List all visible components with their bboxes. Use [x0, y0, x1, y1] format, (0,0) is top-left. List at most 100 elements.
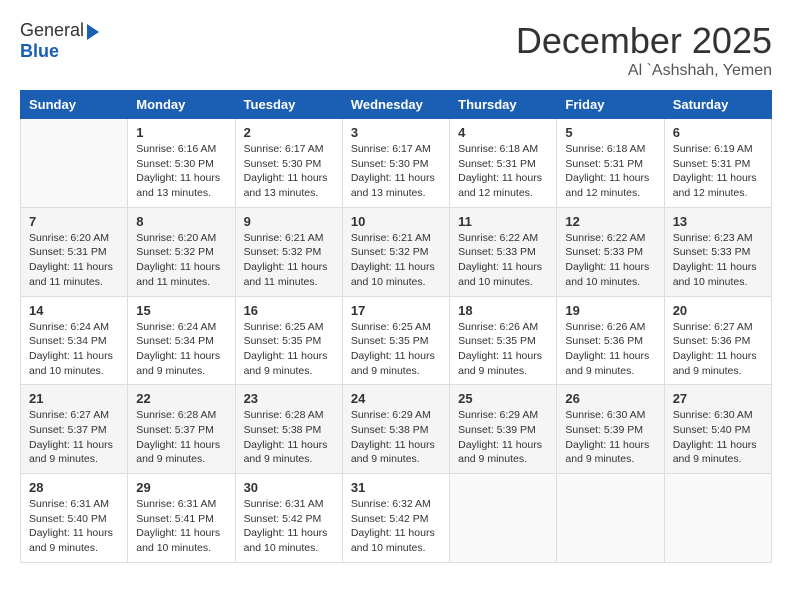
calendar-cell: 21Sunrise: 6:27 AM Sunset: 5:37 PM Dayli… [21, 385, 128, 474]
calendar-header-row: SundayMondayTuesdayWednesdayThursdayFrid… [21, 91, 772, 119]
day-number: 21 [29, 391, 119, 406]
calendar-cell: 7Sunrise: 6:20 AM Sunset: 5:31 PM Daylig… [21, 207, 128, 296]
calendar-cell: 2 Sunrise: 6:17 AM Sunset: 5:30 PM Daylig… [235, 119, 342, 208]
calendar-cell: 10 Sunrise: 6:21 AM Sunset: 5:32 PM Dayli… [342, 207, 449, 296]
cell-content: Sunrise: 6:22 AM Sunset: 5:33 PM Dayligh… [458, 231, 548, 290]
cell-content: Sunrise: 6:30 AM Sunset: 5:40 PM Dayligh… [673, 408, 763, 467]
day-number: 26 [565, 391, 655, 406]
calendar-cell: 11 Sunrise: 6:22 AM Sunset: 5:33 PM Dayli… [450, 207, 557, 296]
calendar-header-thursday: Thursday [450, 91, 557, 119]
calendar-cell: 18 Sunrise: 6:26 AM Sunset: 5:35 PM Dayli… [450, 296, 557, 385]
cell-content: Sunrise: 6:30 AM Sunset: 5:39 PM Dayligh… [565, 408, 655, 467]
calendar-cell [557, 474, 664, 563]
cell-content: Sunrise: 6:26 AM Sunset: 5:36 PM Dayligh… [565, 320, 655, 379]
cell-content: Sunrise: 6:28 AM Sunset: 5:37 PM Dayligh… [136, 408, 226, 467]
calendar-header-wednesday: Wednesday [342, 91, 449, 119]
calendar-week-row: 21Sunrise: 6:27 AM Sunset: 5:37 PM Dayli… [21, 385, 772, 474]
calendar-cell: 16 Sunrise: 6:25 AM Sunset: 5:35 PM Dayli… [235, 296, 342, 385]
cell-content: Sunrise: 6:24 AM Sunset: 5:34 PM Dayligh… [136, 320, 226, 379]
day-number: 31 [351, 480, 441, 495]
cell-content: Sunrise: 6:17 AM Sunset: 5:30 PM Dayligh… [244, 142, 334, 201]
day-number: 19 [565, 303, 655, 318]
cell-content: Sunrise: 6:31 AM Sunset: 5:40 PM Dayligh… [29, 497, 119, 556]
cell-content: Sunrise: 6:20 AM Sunset: 5:32 PM Dayligh… [136, 231, 226, 290]
page-header: General Blue December 2025 Al `Ashshah, … [20, 20, 772, 80]
day-number: 27 [673, 391, 763, 406]
cell-content: Sunrise: 6:21 AM Sunset: 5:32 PM Dayligh… [351, 231, 441, 290]
logo-general-text: General [20, 20, 84, 40]
cell-content: Sunrise: 6:22 AM Sunset: 5:33 PM Dayligh… [565, 231, 655, 290]
calendar-cell: 19 Sunrise: 6:26 AM Sunset: 5:36 PM Dayli… [557, 296, 664, 385]
day-number: 14 [29, 303, 119, 318]
day-number: 28 [29, 480, 119, 495]
logo: General Blue [20, 20, 99, 62]
logo-line2: Blue [20, 41, 59, 62]
day-number: 25 [458, 391, 548, 406]
day-number: 22 [136, 391, 226, 406]
cell-content: Sunrise: 6:28 AM Sunset: 5:38 PM Dayligh… [244, 408, 334, 467]
day-number: 29 [136, 480, 226, 495]
cell-content: Sunrise: 6:31 AM Sunset: 5:42 PM Dayligh… [244, 497, 334, 556]
day-number: 2 [244, 125, 334, 140]
cell-content: Sunrise: 6:24 AM Sunset: 5:34 PM Dayligh… [29, 320, 119, 379]
day-number: 5 [565, 125, 655, 140]
calendar-cell: 17 Sunrise: 6:25 AM Sunset: 5:35 PM Dayli… [342, 296, 449, 385]
calendar-cell: 14 Sunrise: 6:24 AM Sunset: 5:34 PM Dayli… [21, 296, 128, 385]
calendar-cell: 28 Sunrise: 6:31 AM Sunset: 5:40 PM Dayli… [21, 474, 128, 563]
day-number: 30 [244, 480, 334, 495]
calendar-cell: 12 Sunrise: 6:22 AM Sunset: 5:33 PM Dayli… [557, 207, 664, 296]
calendar-cell [664, 474, 771, 563]
calendar-header-friday: Friday [557, 91, 664, 119]
calendar-table: SundayMondayTuesdayWednesdayThursdayFrid… [20, 90, 772, 563]
cell-content: Sunrise: 6:31 AM Sunset: 5:41 PM Dayligh… [136, 497, 226, 556]
logo-line1: General [20, 20, 99, 41]
cell-content: Sunrise: 6:25 AM Sunset: 5:35 PM Dayligh… [244, 320, 334, 379]
calendar-week-row: 14 Sunrise: 6:24 AM Sunset: 5:34 PM Dayli… [21, 296, 772, 385]
day-number: 12 [565, 214, 655, 229]
cell-content: Sunrise: 6:21 AM Sunset: 5:32 PM Dayligh… [244, 231, 334, 290]
calendar-cell: 13 Sunrise: 6:23 AM Sunset: 5:33 PM Dayli… [664, 207, 771, 296]
calendar-cell: 30 Sunrise: 6:31 AM Sunset: 5:42 PM Dayli… [235, 474, 342, 563]
day-number: 17 [351, 303, 441, 318]
cell-content: Sunrise: 6:18 AM Sunset: 5:31 PM Dayligh… [458, 142, 548, 201]
calendar-cell [21, 119, 128, 208]
calendar-cell: 24 Sunrise: 6:29 AM Sunset: 5:38 PM Dayli… [342, 385, 449, 474]
cell-content: Sunrise: 6:25 AM Sunset: 5:35 PM Dayligh… [351, 320, 441, 379]
day-number: 10 [351, 214, 441, 229]
calendar-cell: 3 Sunrise: 6:17 AM Sunset: 5:30 PM Daylig… [342, 119, 449, 208]
cell-content: Sunrise: 6:23 AM Sunset: 5:33 PM Dayligh… [673, 231, 763, 290]
day-number: 11 [458, 214, 548, 229]
cell-content: Sunrise: 6:29 AM Sunset: 5:39 PM Dayligh… [458, 408, 548, 467]
calendar-header-saturday: Saturday [664, 91, 771, 119]
cell-content: Sunrise: 6:16 AM Sunset: 5:30 PM Dayligh… [136, 142, 226, 201]
cell-content: Sunrise: 6:27 AM Sunset: 5:36 PM Dayligh… [673, 320, 763, 379]
calendar-cell: 27 Sunrise: 6:30 AM Sunset: 5:40 PM Dayli… [664, 385, 771, 474]
calendar-cell: 23Sunrise: 6:28 AM Sunset: 5:38 PM Dayli… [235, 385, 342, 474]
calendar-cell: 29 Sunrise: 6:31 AM Sunset: 5:41 PM Dayli… [128, 474, 235, 563]
cell-content: Sunrise: 6:17 AM Sunset: 5:30 PM Dayligh… [351, 142, 441, 201]
calendar-cell: 4 Sunrise: 6:18 AM Sunset: 5:31 PM Daylig… [450, 119, 557, 208]
calendar-header-sunday: Sunday [21, 91, 128, 119]
logo-blue-text: Blue [20, 41, 59, 61]
calendar-cell: 9 Sunrise: 6:21 AM Sunset: 5:32 PM Daylig… [235, 207, 342, 296]
day-number: 3 [351, 125, 441, 140]
day-number: 13 [673, 214, 763, 229]
day-number: 9 [244, 214, 334, 229]
day-number: 4 [458, 125, 548, 140]
day-number: 6 [673, 125, 763, 140]
day-number: 7 [29, 214, 119, 229]
day-number: 18 [458, 303, 548, 318]
cell-content: Sunrise: 6:29 AM Sunset: 5:38 PM Dayligh… [351, 408, 441, 467]
calendar-cell: 6Sunrise: 6:19 AM Sunset: 5:31 PM Daylig… [664, 119, 771, 208]
cell-content: Sunrise: 6:26 AM Sunset: 5:35 PM Dayligh… [458, 320, 548, 379]
calendar-cell: 1 Sunrise: 6:16 AM Sunset: 5:30 PM Daylig… [128, 119, 235, 208]
day-number: 1 [136, 125, 226, 140]
day-number: 16 [244, 303, 334, 318]
title-section: December 2025 Al `Ashshah, Yemen [516, 20, 772, 80]
month-title: December 2025 [516, 20, 772, 62]
day-number: 24 [351, 391, 441, 406]
day-number: 8 [136, 214, 226, 229]
calendar-week-row: 1 Sunrise: 6:16 AM Sunset: 5:30 PM Daylig… [21, 119, 772, 208]
calendar-week-row: 28 Sunrise: 6:31 AM Sunset: 5:40 PM Dayli… [21, 474, 772, 563]
calendar-header-tuesday: Tuesday [235, 91, 342, 119]
